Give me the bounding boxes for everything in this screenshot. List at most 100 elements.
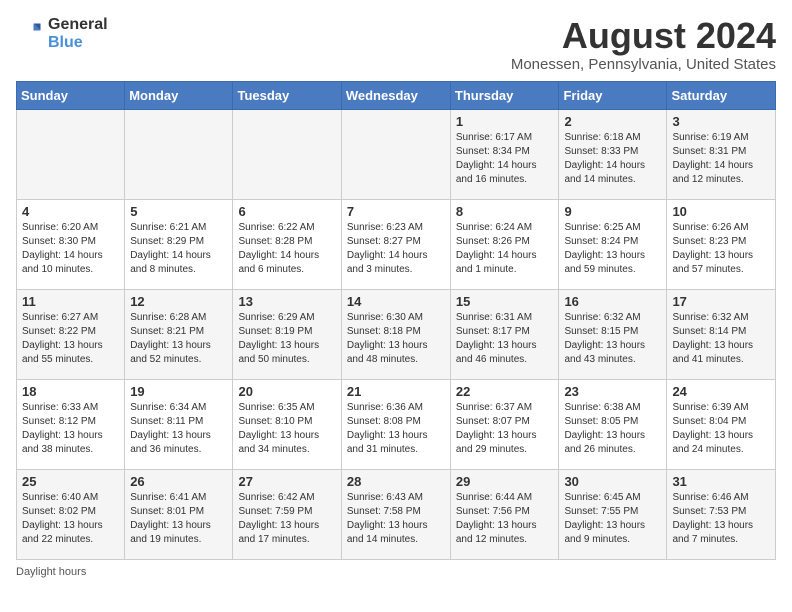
calendar-cell: 15Sunrise: 6:31 AM Sunset: 8:17 PM Dayli… [450,289,559,379]
calendar-cell: 14 Sunrise: 6:30 AM Sunset: 8:18 PM Dayli… [341,289,450,379]
day-number: 19 [130,384,227,399]
location-subtitle: Monessen, Pennsylvania, United States [511,56,776,73]
day-info: Sunrise: 6:24 AM Sunset: 8:26 PM Dayligh… [456,221,554,277]
calendar-cell: 12Sunrise: 6:28 AM Sunset: 8:21 PM Dayli… [125,289,233,379]
calendar-cell: 29 Sunrise: 6:44 AM Sunset: 7:56 PM Dayli… [450,469,559,559]
day-number: 24 [672,384,770,399]
day-number: 30 [564,474,661,489]
logo-blue-text: Blue [48,34,108,52]
day-info: Sunrise: 6:37 AM Sunset: 8:07 PM Dayligh… [456,401,554,457]
day-info: Sunrise: 6:26 AM Sunset: 8:23 PM Dayligh… [672,221,770,277]
day-number: 5 [130,204,227,219]
calendar-cell: 10 Sunrise: 6:26 AM Sunset: 8:23 PM Dayli… [667,199,776,289]
day-number: 8 [456,204,554,219]
day-info: Sunrise: 6:40 AM Sunset: 8:02 PM Dayligh… [22,491,119,547]
calendar-cell: 25 Sunrise: 6:40 AM Sunset: 8:02 PM Dayli… [17,469,125,559]
calendar-cell: 31 Sunrise: 6:46 AM Sunset: 7:53 PM Dayli… [667,469,776,559]
day-info: Sunrise: 6:46 AM Sunset: 7:53 PM Dayligh… [672,491,770,547]
day-info: Sunrise: 6:34 AM Sunset: 8:11 PM Dayligh… [130,401,227,457]
month-year-title: August 2024 [511,16,776,56]
title-section: August 2024 Monessen, Pennsylvania, Unit… [511,16,776,73]
calendar-cell [125,109,233,199]
calendar-cell: 7 Sunrise: 6:23 AM Sunset: 8:27 PM Daylig… [341,199,450,289]
day-number: 15 [456,294,554,309]
calendar-cell: 16 Sunrise: 6:32 AM Sunset: 8:15 PM Dayli… [559,289,667,379]
week-row-1: 1 Sunrise: 6:17 AM Sunset: 8:34 PM Daylig… [17,109,776,199]
page-header: General Blue August 2024 Monessen, Penns… [16,16,776,73]
calendar-cell [233,109,341,199]
header-thursday: Thursday [450,81,559,109]
day-number: 10 [672,204,770,219]
day-number: 23 [564,384,661,399]
day-info: Sunrise: 6:41 AM Sunset: 8:01 PM Dayligh… [130,491,227,547]
day-info: Sunrise: 6:25 AM Sunset: 8:24 PM Dayligh… [564,221,661,277]
day-info: Sunrise: 6:44 AM Sunset: 7:56 PM Dayligh… [456,491,554,547]
calendar-cell [341,109,450,199]
calendar-cell: 28 Sunrise: 6:43 AM Sunset: 7:58 PM Dayli… [341,469,450,559]
logo-text: General Blue [48,16,108,51]
calendar-cell: 18Sunrise: 6:33 AM Sunset: 8:12 PM Dayli… [17,379,125,469]
day-info: Sunrise: 6:19 AM Sunset: 8:31 PM Dayligh… [672,131,770,187]
day-number: 28 [347,474,445,489]
day-info: Sunrise: 6:38 AM Sunset: 8:05 PM Dayligh… [564,401,661,457]
calendar-cell: 9Sunrise: 6:25 AM Sunset: 8:24 PM Daylig… [559,199,667,289]
logo-icon [16,20,44,48]
week-row-5: 25 Sunrise: 6:40 AM Sunset: 8:02 PM Dayli… [17,469,776,559]
day-info: Sunrise: 6:23 AM Sunset: 8:27 PM Dayligh… [347,221,445,277]
day-number: 12 [130,294,227,309]
footer-note: Daylight hours [16,566,776,578]
week-row-2: 4Sunrise: 6:20 AM Sunset: 8:30 PM Daylig… [17,199,776,289]
day-info: Sunrise: 6:35 AM Sunset: 8:10 PM Dayligh… [238,401,335,457]
day-info: Sunrise: 6:43 AM Sunset: 7:58 PM Dayligh… [347,491,445,547]
header-saturday: Saturday [667,81,776,109]
day-info: Sunrise: 6:18 AM Sunset: 8:33 PM Dayligh… [564,131,661,187]
day-number: 25 [22,474,119,489]
day-info: Sunrise: 6:30 AM Sunset: 8:18 PM Dayligh… [347,311,445,367]
day-info: Sunrise: 6:27 AM Sunset: 8:22 PM Dayligh… [22,311,119,367]
day-number: 29 [456,474,554,489]
calendar-cell: 23 Sunrise: 6:38 AM Sunset: 8:05 PM Dayli… [559,379,667,469]
day-number: 11 [22,294,119,309]
day-info: Sunrise: 6:33 AM Sunset: 8:12 PM Dayligh… [22,401,119,457]
day-number: 16 [564,294,661,309]
day-number: 6 [238,204,335,219]
day-number: 3 [672,114,770,129]
header-friday: Friday [559,81,667,109]
day-number: 27 [238,474,335,489]
calendar-cell: 17Sunrise: 6:32 AM Sunset: 8:14 PM Dayli… [667,289,776,379]
day-number: 31 [672,474,770,489]
day-info: Sunrise: 6:20 AM Sunset: 8:30 PM Dayligh… [22,221,119,277]
logo: General Blue [16,16,108,51]
day-number: 20 [238,384,335,399]
day-number: 13 [238,294,335,309]
day-number: 1 [456,114,554,129]
calendar-cell: 2Sunrise: 6:18 AM Sunset: 8:33 PM Daylig… [559,109,667,199]
day-number: 21 [347,384,445,399]
calendar-cell: 11 Sunrise: 6:27 AM Sunset: 8:22 PM Dayli… [17,289,125,379]
calendar-cell: 4Sunrise: 6:20 AM Sunset: 8:30 PM Daylig… [17,199,125,289]
day-number: 14 [347,294,445,309]
header-monday: Monday [125,81,233,109]
day-info: Sunrise: 6:32 AM Sunset: 8:15 PM Dayligh… [564,311,661,367]
day-info: Sunrise: 6:32 AM Sunset: 8:14 PM Dayligh… [672,311,770,367]
calendar-cell [17,109,125,199]
calendar-cell: 3 Sunrise: 6:19 AM Sunset: 8:31 PM Daylig… [667,109,776,199]
day-info: Sunrise: 6:36 AM Sunset: 8:08 PM Dayligh… [347,401,445,457]
day-number: 7 [347,204,445,219]
header-sunday: Sunday [17,81,125,109]
calendar-body: 1 Sunrise: 6:17 AM Sunset: 8:34 PM Daylig… [17,109,776,559]
calendar-cell: 1 Sunrise: 6:17 AM Sunset: 8:34 PM Daylig… [450,109,559,199]
day-info: Sunrise: 6:21 AM Sunset: 8:29 PM Dayligh… [130,221,227,277]
calendar-table: Sunday Monday Tuesday Wednesday Thursday… [16,81,776,560]
week-row-3: 11 Sunrise: 6:27 AM Sunset: 8:22 PM Dayli… [17,289,776,379]
calendar-cell: 26Sunrise: 6:41 AM Sunset: 8:01 PM Dayli… [125,469,233,559]
calendar-header: Sunday Monday Tuesday Wednesday Thursday… [17,81,776,109]
calendar-cell: 6 Sunrise: 6:22 AM Sunset: 8:28 PM Daylig… [233,199,341,289]
calendar-cell: 5 Sunrise: 6:21 AM Sunset: 8:29 PM Daylig… [125,199,233,289]
day-info: Sunrise: 6:29 AM Sunset: 8:19 PM Dayligh… [238,311,335,367]
day-info: Sunrise: 6:17 AM Sunset: 8:34 PM Dayligh… [456,131,554,187]
calendar-cell: 21 Sunrise: 6:36 AM Sunset: 8:08 PM Dayli… [341,379,450,469]
day-info: Sunrise: 6:22 AM Sunset: 8:28 PM Dayligh… [238,221,335,277]
daylight-label: Daylight hours [16,566,86,578]
day-info: Sunrise: 6:45 AM Sunset: 7:55 PM Dayligh… [564,491,661,547]
